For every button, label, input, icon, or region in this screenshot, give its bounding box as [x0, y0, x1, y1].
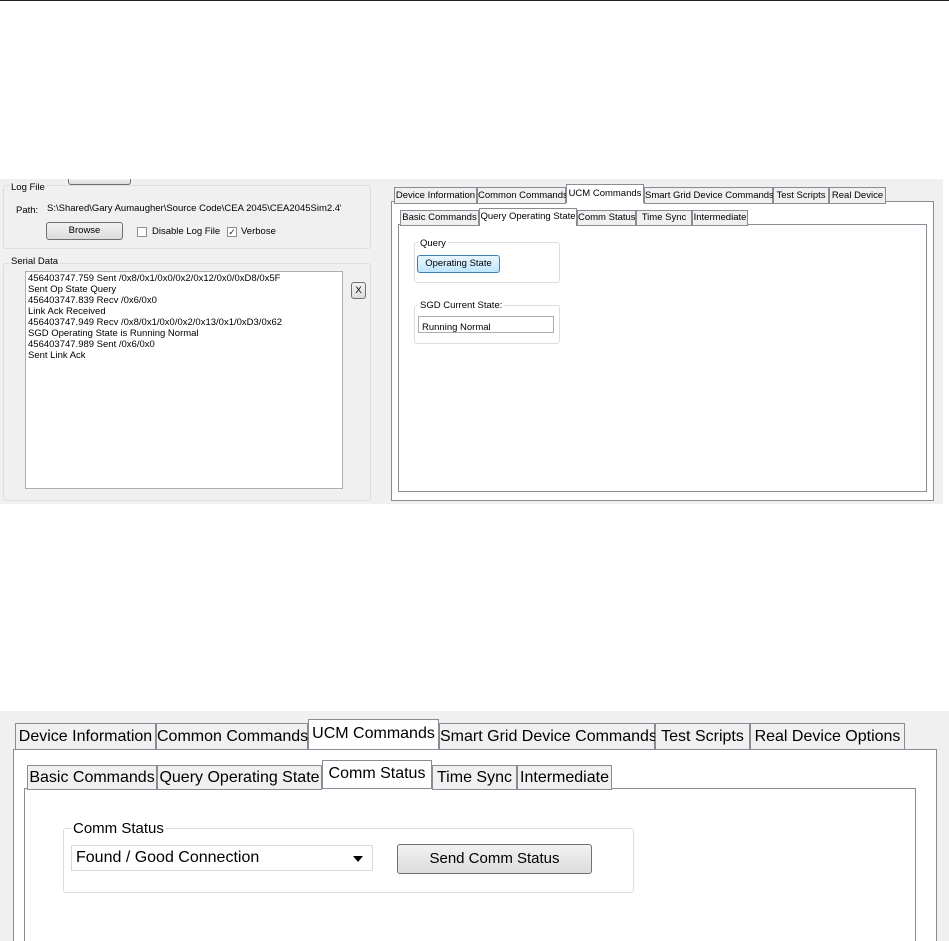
operating-state-button[interactable]: Operating State — [417, 255, 500, 273]
serial-data-label: Serial Data — [9, 256, 60, 267]
path-field[interactable]: S:\Shared\Gary Aumaugher\Source Code\CEA… — [47, 203, 341, 214]
comm-status-group-label: Comm Status — [71, 820, 166, 837]
tab-smart-grid-device-commands[interactable]: Smart Grid Device Commands — [644, 187, 774, 204]
clear-log-button[interactable]: X — [351, 282, 366, 299]
tab-test-scripts[interactable]: Test Scripts — [655, 723, 750, 750]
verbose-label: Verbose — [241, 226, 276, 237]
partial-top-button[interactable] — [68, 179, 131, 185]
sub-tab-strip: Basic Commands Query Operating State Comm … — [396, 208, 756, 226]
tab-ucm-commands[interactable]: UCM Commands — [308, 719, 439, 749]
tab-query-operating-state[interactable]: Query Operating State — [479, 208, 577, 226]
comm-status-dropdown[interactable]: Found / Good Connection — [71, 845, 373, 871]
tab-comm-status[interactable]: Comm Status — [577, 210, 636, 226]
tab-smart-grid-device-commands[interactable]: Smart Grid Device Commands — [439, 723, 657, 750]
main-tab-strip: Device Information Common Commands UCM Com… — [13, 719, 913, 751]
tab-query-operating-state[interactable]: Query Operating State — [157, 765, 322, 790]
send-comm-status-button[interactable]: Send Comm Status — [397, 844, 592, 874]
sgd-state-field[interactable]: Running Normal — [418, 316, 554, 333]
operating-state-button-label: Operating State — [425, 258, 492, 269]
disable-log-checkbox[interactable] — [137, 227, 147, 237]
query-group-label: Query — [418, 238, 448, 249]
tab-intermediate[interactable]: Intermediate — [692, 210, 748, 226]
path-label: Path: — [16, 205, 39, 216]
screenshot-comm-status: Device Information Common Commands UCM Com… — [0, 711, 949, 941]
tab-intermediate[interactable]: Intermediate — [517, 765, 612, 790]
log-line: 456403747.949 Recv /0x8/0x1/0x0/0x2/0x13… — [28, 317, 283, 328]
verbose-checkbox[interactable]: ✓ — [227, 227, 237, 237]
tab-ucm-commands[interactable]: UCM Commands — [566, 184, 644, 203]
chevron-down-icon — [353, 856, 363, 862]
tab-basic-commands[interactable]: Basic Commands — [400, 210, 479, 226]
log-line: Sent Op State Query — [28, 284, 117, 295]
log-line: 456403747.989 Sent /0x6/0x0 — [28, 339, 155, 350]
tab-common-commands[interactable]: Common Commands — [156, 723, 308, 750]
log-line: Link Ack Received — [28, 306, 106, 317]
log-line: 456403747.839 Recv /0x6/0x0 — [28, 295, 157, 306]
tab-time-sync[interactable]: Time Sync — [432, 765, 517, 790]
clear-log-button-label: X — [355, 285, 362, 296]
tab-test-scripts[interactable]: Test Scripts — [773, 187, 829, 204]
tab-comm-status[interactable]: Comm Status — [322, 760, 432, 788]
send-comm-status-button-label: Send Comm Status — [429, 850, 560, 867]
serial-data-log[interactable]: 456403747.759 Sent /0x8/0x1/0x0/0x2/0x12… — [25, 271, 343, 489]
sgd-state-label: SGD Current State: — [418, 300, 505, 311]
browse-button-label: Browse — [68, 225, 101, 236]
log-line: SGD Operating State is Running Normal — [28, 328, 199, 339]
disable-log-label: Disable Log File — [152, 226, 221, 237]
screenshot-query-operating-state: Log File Path: S:\Shared\Gary Aumaugher\… — [0, 179, 943, 504]
tab-device-information[interactable]: Device Information — [394, 187, 477, 204]
sub-tab-strip: Basic Commands Query Operating State Comm … — [27, 760, 627, 791]
sgd-state-value: Running Normal — [422, 322, 491, 333]
tab-common-commands[interactable]: Common Commands — [477, 187, 568, 204]
tab-real-device-options[interactable]: Real Device Options — [750, 723, 905, 750]
browse-button[interactable]: Browse — [46, 222, 123, 240]
main-tab-strip: Device Information Common Commands UCM Com… — [391, 184, 943, 204]
tab-basic-commands[interactable]: Basic Commands — [27, 765, 157, 790]
log-line: Sent Link Ack — [28, 350, 86, 361]
comm-status-selected: Found / Good Connection — [76, 849, 260, 866]
log-line: 456403747.759 Sent /0x8/0x1/0x0/0x2/0x12… — [28, 273, 281, 284]
tab-time-sync[interactable]: Time Sync — [636, 210, 692, 226]
tab-real-device[interactable]: Real Device — [829, 187, 886, 204]
tab-device-information[interactable]: Device Information — [15, 723, 156, 750]
log-file-label: Log File — [9, 182, 47, 193]
page-top-rule — [0, 0, 949, 3]
